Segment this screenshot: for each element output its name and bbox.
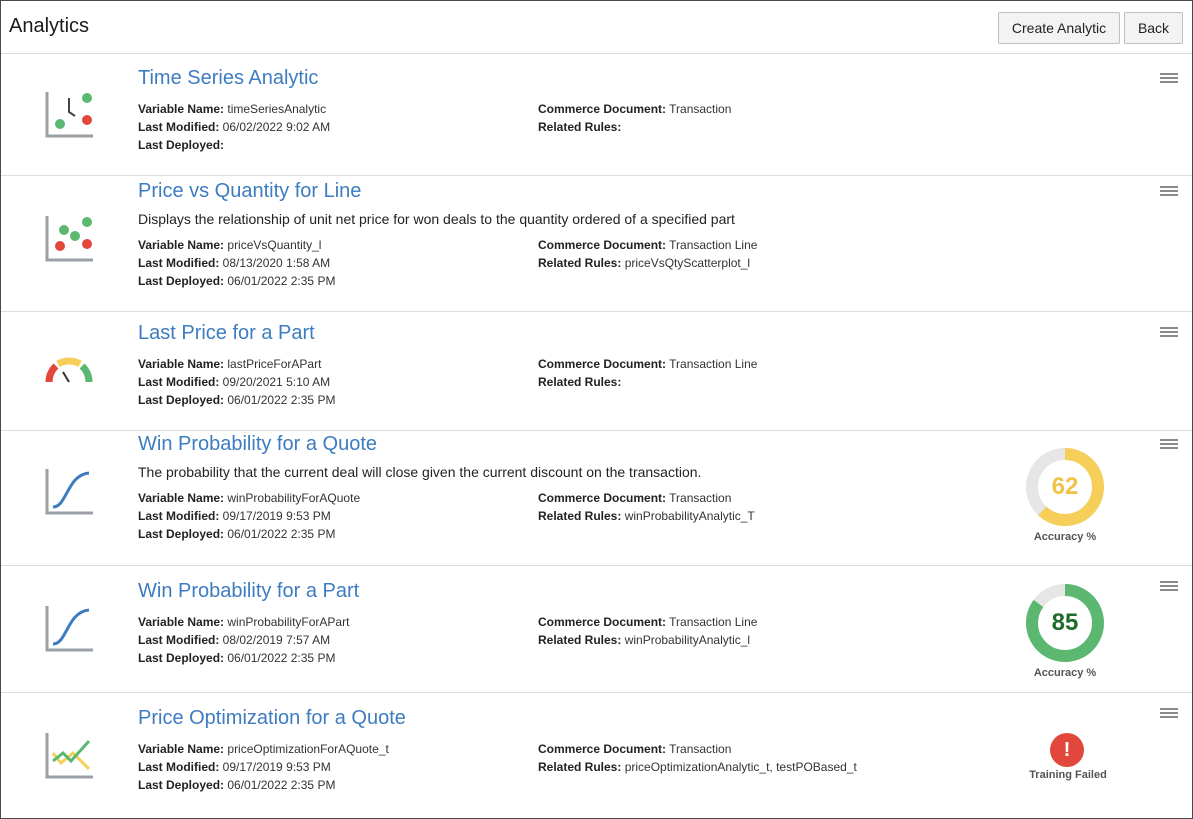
commerce-document-field: Commerce Document: Transaction <box>538 102 732 116</box>
last-deployed-field: Last Deployed: 06/01/2022 2:35 PM <box>138 274 336 288</box>
commerce-document-field: Commerce Document: Transaction Line <box>538 238 758 252</box>
line-chart-icon <box>45 733 93 779</box>
scatter-chart-icon <box>45 216 93 262</box>
analytic-row: Last Price for a Part Variable Name: las… <box>1 312 1192 431</box>
last-modified-field: Last Modified: 09/17/2019 9:53 PM <box>138 760 331 774</box>
last-deployed-field: Last Deployed: 06/01/2022 2:35 PM <box>138 527 336 541</box>
last-deployed-field: Last Deployed: 06/01/2022 2:35 PM <box>138 778 336 792</box>
analytic-title-link[interactable]: Price Optimization for a Quote <box>138 707 406 730</box>
analytic-row: Price vs Quantity for Line Displays the … <box>1 176 1192 312</box>
accuracy-gauge: 62 <box>1024 446 1106 528</box>
analytic-row: Price Optimization for a Quote Variable … <box>1 693 1192 818</box>
analytic-title-link[interactable]: Win Probability for a Part <box>138 580 359 603</box>
analytic-row: Win Probability for a Quote The probabil… <box>1 431 1192 566</box>
page-title: Analytics <box>9 15 90 37</box>
analytic-title-link[interactable]: Last Price for a Part <box>138 322 315 345</box>
last-deployed-field: Last Deployed: 06/01/2022 2:35 PM <box>138 651 336 665</box>
analytic-row: Win Probability for a Part Variable Name… <box>1 566 1192 693</box>
related-rules-field: Related Rules: priceOptimizationAnalytic… <box>538 760 857 774</box>
last-deployed-field: Last Deployed: <box>138 138 225 152</box>
last-modified-field: Last Modified: 06/02/2022 9:02 AM <box>138 120 331 134</box>
row-menu-icon[interactable] <box>1160 581 1178 593</box>
gauge-icon <box>45 357 93 383</box>
s-curve-chart-icon <box>45 606 93 652</box>
last-modified-field: Last Modified: 09/20/2021 5:10 AM <box>138 375 331 389</box>
analytic-title-link[interactable]: Price vs Quantity for Line <box>138 180 361 203</box>
accuracy-value: 62 <box>1051 473 1079 500</box>
create-analytic-button[interactable]: Create Analytic <box>998 12 1120 44</box>
row-menu-icon[interactable] <box>1160 73 1178 85</box>
s-curve-chart-icon <box>45 469 93 515</box>
last-modified-field: Last Modified: 09/17/2019 9:53 PM <box>138 509 331 523</box>
variable-name-field: Variable Name: winProbabilityForAQuote <box>138 491 361 505</box>
accuracy-value: 85 <box>1051 609 1079 636</box>
variable-name-field: Variable Name: lastPriceForAPart <box>138 357 322 371</box>
row-menu-icon[interactable] <box>1160 186 1178 198</box>
related-rules-field: Related Rules: <box>538 120 622 134</box>
accuracy-label: Accuracy % <box>1033 667 1097 679</box>
last-modified-field: Last Modified: 08/13/2020 1:58 AM <box>138 256 331 270</box>
analytic-description: The probability that the current deal wi… <box>138 464 702 480</box>
time-series-chart-icon <box>45 92 93 138</box>
last-modified-field: Last Modified: 08/02/2019 7:57 AM <box>138 633 331 647</box>
variable-name-field: Variable Name: timeSeriesAnalytic <box>138 102 327 116</box>
last-deployed-field: Last Deployed: 06/01/2022 2:35 PM <box>138 393 336 407</box>
back-button[interactable]: Back <box>1124 12 1183 44</box>
variable-name-field: Variable Name: priceOptimizationForAQuot… <box>138 742 389 756</box>
error-icon: ! <box>1050 733 1084 767</box>
training-status-label: Training Failed <box>1029 769 1107 781</box>
row-menu-icon[interactable] <box>1160 708 1178 720</box>
row-menu-icon[interactable] <box>1160 439 1178 451</box>
commerce-document-field: Commerce Document: Transaction Line <box>538 357 758 371</box>
related-rules-field: Related Rules: winProbabilityAnalytic_T <box>538 509 755 523</box>
commerce-document-field: Commerce Document: Transaction <box>538 742 732 756</box>
analytic-description: Displays the relationship of unit net pr… <box>138 211 735 227</box>
commerce-document-field: Commerce Document: Transaction <box>538 491 732 505</box>
page-header: Analytics Create Analytic Back <box>1 1 1192 54</box>
accuracy-label: Accuracy % <box>1033 531 1097 543</box>
analytic-title-link[interactable]: Win Probability for a Quote <box>138 433 377 456</box>
analytic-title-link[interactable]: Time Series Analytic <box>138 67 318 90</box>
variable-name-field: Variable Name: winProbabilityForAPart <box>138 615 350 629</box>
related-rules-field: Related Rules: winProbabilityAnalytic_l <box>538 633 751 647</box>
row-menu-icon[interactable] <box>1160 327 1178 339</box>
commerce-document-field: Commerce Document: Transaction Line <box>538 615 758 629</box>
related-rules-field: Related Rules: <box>538 375 622 389</box>
analytic-row: Time Series Analytic Variable Name: time… <box>1 54 1192 176</box>
analytics-page: Analytics Create Analytic Back Time Seri… <box>0 0 1193 819</box>
variable-name-field: Variable Name: priceVsQuantity_l <box>138 238 322 252</box>
related-rules-field: Related Rules: priceVsQtyScatterplot_l <box>538 256 751 270</box>
accuracy-gauge: 85 <box>1024 582 1106 664</box>
